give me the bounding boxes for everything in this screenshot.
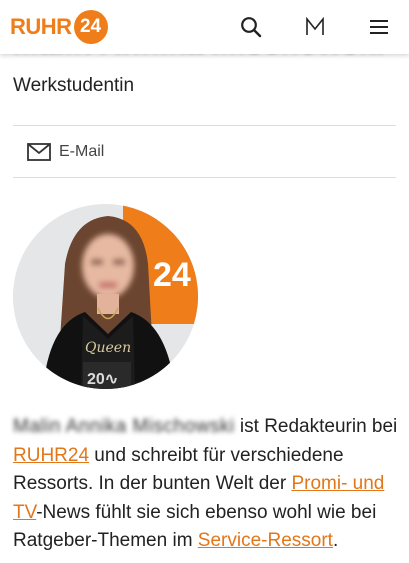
email-label: E-Mail [59,143,105,160]
search-button[interactable] [238,14,264,40]
svg-text:20∿: 20∿ [87,371,118,388]
service-ressort-link[interactable]: Service-Ressort [198,530,333,551]
email-link[interactable]: E-Mail [27,139,104,165]
logo-number-badge: 24 [73,10,108,44]
mail-icon [27,143,51,161]
merkliste-button[interactable] [302,14,328,40]
svg-text:24: 24 [153,256,191,294]
author-role: Werkstudentin [13,75,135,96]
menu-button[interactable] [366,14,392,40]
ruhr24-logo[interactable]: RUHR 24 [10,10,108,44]
author-bio: Malin Annika Mischowski ist Redakteurin … [13,413,401,556]
merkliste-m-icon [306,17,324,35]
author-avatar: 24 Queen 20∿ [13,204,198,389]
ruhr24-link[interactable]: RUHR24 [13,445,89,466]
bio-text-1: ist Redakteurin bei [234,416,398,437]
site-header: RUHR 24 [0,0,409,54]
hamburger-menu-icon [370,20,388,34]
author-photo: 24 Queen 20∿ [13,204,198,389]
divider-bottom [13,177,396,178]
search-icon [241,17,262,38]
divider-top [13,125,396,126]
svg-text:Queen: Queen [85,340,131,356]
author-name-redacted: Malin Annika Mischowski [13,416,235,437]
bio-text-4: . [332,530,339,551]
logo-text: RUHR [10,14,72,39]
